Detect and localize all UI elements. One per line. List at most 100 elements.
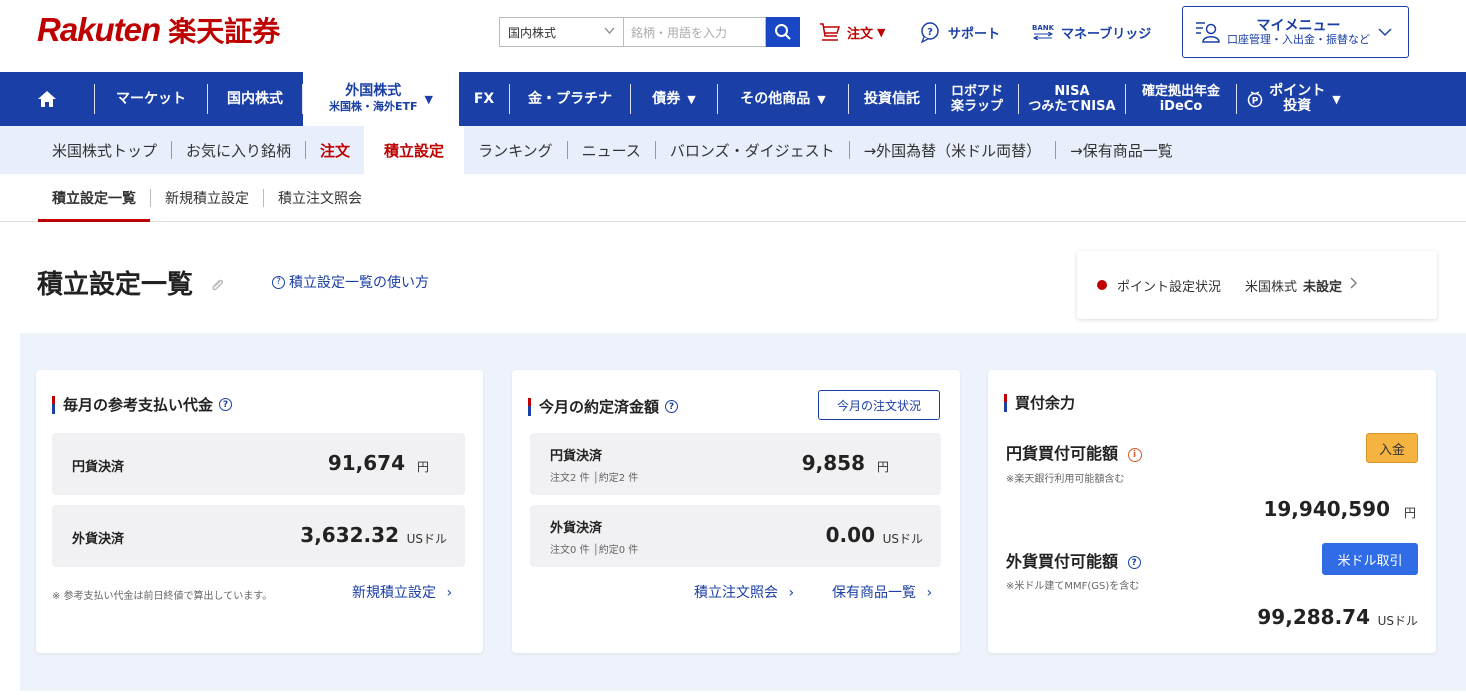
svg-text:?: ?: [927, 27, 933, 38]
new-accumulation-link[interactable]: 新規積立設定 ›: [352, 582, 452, 602]
nav-other-products[interactable]: その他商品 ▼: [718, 72, 848, 126]
nav-label: 外国株式: [345, 83, 402, 99]
row-value: 91,674: [327, 451, 405, 475]
nav-robo-advisor[interactable]: ロボアド 楽ラップ: [936, 72, 1018, 126]
nav-sublabel: iDeCo: [1159, 99, 1203, 114]
row-label: 円貨決済: [72, 460, 125, 475]
row-label: 外貨決済: [72, 532, 125, 547]
user-menu-icon: [1196, 22, 1220, 43]
help-icon[interactable]: ?: [665, 400, 679, 413]
caret-down-icon: ▼: [877, 25, 886, 39]
money-bridge-link[interactable]: BANK マネーブリッジ: [1032, 18, 1151, 46]
nav-nisa[interactable]: NISA つみたてNISA: [1019, 72, 1125, 126]
fx-settlement-row: 外貨決済 注文0 件 │約定0 件 0.00 USドル: [530, 505, 941, 567]
nav-label: 債券: [652, 90, 681, 107]
subnav-ranking[interactable]: ランキング: [464, 126, 567, 174]
order-status-button[interactable]: 今月の注文状況: [818, 390, 940, 420]
search-bar: 国内株式 銘柄・用語を入力: [499, 17, 800, 47]
home-icon: [38, 91, 56, 107]
point-status-label: ポイント設定状況: [1117, 279, 1222, 295]
yen-note: ※楽天銀行利用可能額含む: [1006, 474, 1125, 485]
subnav-barrons-digest[interactable]: バロンズ・ダイジェスト: [656, 126, 849, 174]
tab-new-accumulation[interactable]: 新規積立設定: [151, 174, 263, 222]
search-button[interactable]: [766, 17, 800, 47]
point-status-box[interactable]: ポイント設定状況 米国株式 未設定: [1077, 251, 1437, 319]
point-status-value: 未設定: [1303, 279, 1343, 295]
caret-down-icon: ▼: [424, 92, 433, 106]
row-unit: USドル: [1377, 614, 1418, 628]
nav-label: FX: [473, 90, 495, 107]
row-unit: USドル: [882, 532, 923, 546]
search-input[interactable]: 銘柄・用語を入力: [623, 17, 766, 47]
search-icon: [775, 24, 791, 40]
link-icon[interactable]: [208, 276, 228, 296]
main-nav: マーケット 国内株式 外国株式 米国株・海外ETF ▼ FX 金・プラチナ 債券…: [0, 72, 1466, 126]
row-value: 3,632.32: [300, 523, 399, 547]
usd-trade-button[interactable]: 米ドル取引: [1322, 543, 1418, 575]
fx-buying-power-value: 99,288.74: [1257, 605, 1370, 629]
page-tabs: 積立設定一覧 新規積立設定 積立注文照会: [0, 174, 1466, 222]
nav-home[interactable]: [0, 72, 94, 126]
help-icon[interactable]: ?: [1127, 556, 1141, 569]
subnav-news[interactable]: ニュース: [568, 126, 655, 174]
subnav-accumulation[interactable]: 積立設定: [364, 126, 465, 174]
info-icon[interactable]: i: [1127, 447, 1142, 462]
chevron-right-icon: ›: [926, 585, 933, 601]
yen-buying-power-value: 19,940,590: [1263, 497, 1390, 521]
header: Rakuten 楽天証券 国内株式 銘柄・用語を入力 注文 ▼ ? サポート B…: [0, 0, 1466, 72]
nav-domestic-stocks[interactable]: 国内株式: [208, 72, 302, 126]
tab-accumulation-list[interactable]: 積立設定一覧: [38, 174, 150, 222]
nav-bonds[interactable]: 債券 ▼: [631, 72, 717, 126]
subnav-favorites[interactable]: お気に入り銘柄: [172, 126, 305, 174]
caret-down-icon: ▼: [687, 92, 696, 106]
nav-label: マーケット: [116, 90, 186, 107]
support-label: サポート: [948, 26, 1001, 42]
money-bridge-label: マネーブリッジ: [1061, 26, 1152, 42]
my-menu-button[interactable]: マイメニュー 口座管理・入出金・振替など: [1182, 6, 1409, 58]
search-category-select[interactable]: 国内株式: [499, 17, 623, 47]
card-title: 買付余力: [1004, 392, 1075, 413]
nav-point-investment[interactable]: P ポイント 投資 ▼: [1237, 72, 1351, 126]
subnav-order[interactable]: 注文: [306, 126, 364, 174]
help-icon[interactable]: ?: [219, 398, 233, 411]
nav-ideco[interactable]: 確定拠出年金 iDeCo: [1126, 72, 1236, 126]
row-order-counts: 注文2 件 │約定2 件: [550, 473, 639, 484]
monthly-executed-card: 今月の約定済金額 ? 今月の注文状況 円貨決済 注文2 件 │約定2 件 9,8…: [512, 370, 960, 653]
tab-accumulation-orders[interactable]: 積立注文照会: [264, 174, 376, 222]
accumulation-orders-link[interactable]: 積立注文照会 ›: [694, 582, 794, 602]
nav-label: ロボアド: [950, 84, 1003, 99]
buying-power-card: 買付余力 円貨買付可能額 i ※楽天銀行利用可能額含む 入金 19,940,59…: [988, 370, 1436, 653]
fx-buying-power-title: 外貨買付可能額 ?: [1006, 548, 1145, 572]
deposit-button[interactable]: 入金: [1366, 433, 1418, 463]
row-value: 9,858: [801, 451, 865, 475]
order-menu[interactable]: 注文 ▼: [819, 18, 885, 46]
nav-fx[interactable]: FX: [459, 72, 509, 126]
nav-market[interactable]: マーケット: [95, 72, 207, 126]
help-link-label: 積立設定一覧の使い方: [289, 275, 429, 291]
chevron-down-icon: [604, 25, 615, 39]
subnav-holdings[interactable]: →保有商品一覧: [1056, 126, 1187, 174]
subnav-us-stocks-top[interactable]: 米国株式トップ: [0, 126, 171, 174]
nav-sublabel: 楽ラップ: [950, 99, 1003, 114]
subnav-fx-exchange[interactable]: →外国為替（米ドル両替）: [850, 126, 1056, 174]
row-unit: 円: [416, 460, 429, 474]
help-link[interactable]: ? 積立設定一覧の使い方: [272, 272, 429, 292]
nav-sublabel: 米国株・海外ETF: [328, 100, 418, 113]
nav-sublabel: 投資: [1283, 98, 1312, 114]
holdings-link[interactable]: 保有商品一覧 ›: [832, 582, 932, 602]
row-label: 外貨決済: [550, 521, 603, 536]
summary-area: 毎月の参考支払い代金 ? 円貨決済 91,674 円 外貨決済 3,632.32…: [20, 333, 1466, 691]
rakuten-logo[interactable]: Rakuten 楽天証券: [37, 10, 280, 50]
fx-note: ※米ドル建てMMF(GS)を含む: [1006, 581, 1140, 592]
nav-investment-trusts[interactable]: 投資信託: [849, 72, 935, 126]
point-status-dot-icon: [1097, 280, 1107, 290]
logo-jp: 楽天証券: [168, 15, 281, 48]
bank-icon: BANK: [1032, 24, 1054, 40]
my-menu-title: マイメニュー: [1256, 17, 1341, 34]
point-status-market: 米国株式: [1245, 279, 1298, 295]
nav-foreign-stocks[interactable]: 外国株式 米国株・海外ETF ▼: [303, 72, 459, 126]
order-label: 注文: [847, 26, 874, 42]
title-accent-bar: [528, 397, 531, 416]
nav-gold-platinum[interactable]: 金・プラチナ: [510, 72, 630, 126]
support-link[interactable]: ? サポート: [920, 18, 1000, 46]
